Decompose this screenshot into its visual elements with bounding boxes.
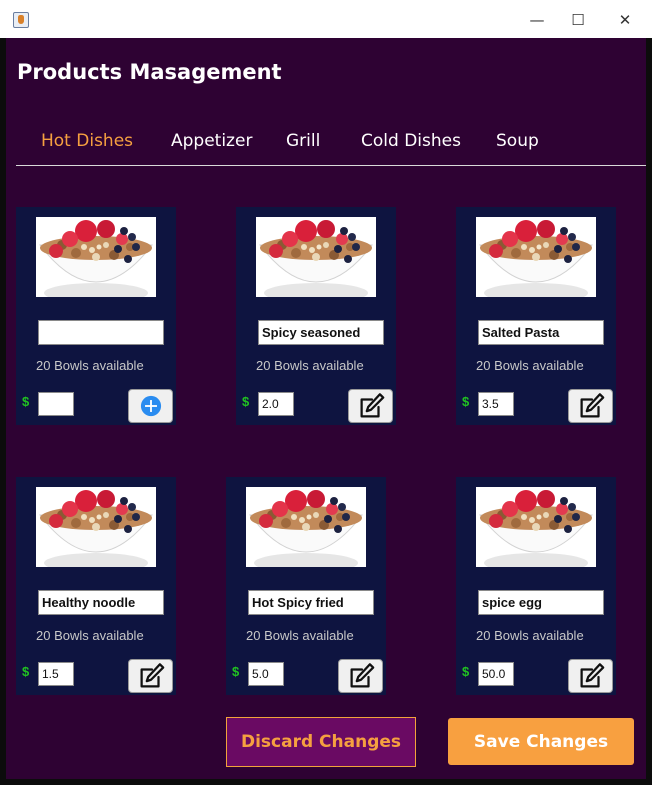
add-product-button[interactable]	[128, 389, 173, 423]
edit-product-button[interactable]	[338, 659, 383, 693]
minimize-button[interactable]: —	[514, 7, 560, 33]
currency-label: $	[232, 664, 240, 679]
currency-label: $	[22, 394, 30, 409]
close-button[interactable]: ✕	[602, 7, 648, 33]
currency-label: $	[462, 394, 470, 409]
edit-icon	[580, 393, 604, 418]
edit-icon	[350, 663, 374, 688]
currency-label: $	[242, 394, 250, 409]
tab-soup[interactable]: Soup	[496, 131, 539, 151]
maximize-button[interactable]: ☐	[555, 7, 601, 33]
product-card-spicy-seasoned: Spicy seasoned 20 Bowls available $2.0	[236, 207, 396, 425]
availability-label: 20 Bowls available	[476, 628, 584, 643]
availability-label: 20 Bowls available	[36, 358, 144, 373]
discard-changes-button[interactable]: Discard Changes	[226, 717, 416, 767]
window-frame-right	[646, 38, 652, 785]
edit-product-button[interactable]	[128, 659, 173, 693]
product-name-field[interactable]	[38, 320, 164, 345]
tab-cold-dishes[interactable]: Cold Dishes	[361, 131, 461, 151]
product-name-field[interactable]: Healthy noodle	[38, 590, 164, 615]
edit-product-button[interactable]	[348, 389, 393, 423]
product-card-salted-pasta: Salted Pasta 20 Bowls available $3.5	[456, 207, 616, 425]
save-changes-button[interactable]: Save Changes	[448, 718, 634, 765]
tab-divider	[16, 165, 646, 166]
edit-icon	[360, 393, 384, 418]
product-image	[256, 217, 376, 297]
availability-label: 20 Bowls available	[256, 358, 364, 373]
add-icon	[140, 395, 161, 417]
price-field[interactable]: 3.5	[478, 392, 514, 416]
page-title: Products Masagement	[17, 60, 282, 84]
price-field[interactable]: 50.0	[478, 662, 514, 686]
java-app-icon	[13, 12, 29, 28]
edit-product-button[interactable]	[568, 659, 613, 693]
product-image	[36, 487, 156, 567]
product-card-healthy-noodle: Healthy noodle 20 Bowls available $1.5	[16, 477, 176, 695]
title-bar: — ☐ ✕	[0, 0, 652, 38]
product-image	[246, 487, 366, 567]
edit-product-button[interactable]	[568, 389, 613, 423]
product-name-field[interactable]: Spicy seasoned	[258, 320, 384, 345]
app-window: — ☐ ✕ Products Masagement Hot Dishes App…	[0, 0, 652, 785]
product-card-hot-spicy-fried: Hot Spicy fried 20 Bowls available $5.0	[226, 477, 386, 695]
product-name-field[interactable]: spice egg	[478, 590, 604, 615]
currency-label: $	[462, 664, 470, 679]
price-field[interactable]: 2.0	[258, 392, 294, 416]
tab-hot-dishes[interactable]: Hot Dishes	[41, 131, 133, 151]
availability-label: 20 Bowls available	[476, 358, 584, 373]
tab-grill[interactable]: Grill	[286, 131, 320, 151]
price-field[interactable]	[38, 392, 74, 416]
product-name-field[interactable]: Salted Pasta	[478, 320, 604, 345]
availability-label: 20 Bowls available	[246, 628, 354, 643]
product-card-spice-egg: spice egg 20 Bowls available $50.0	[456, 477, 616, 695]
edit-icon	[140, 663, 164, 688]
product-image	[36, 217, 156, 297]
price-field[interactable]: 5.0	[248, 662, 284, 686]
window-frame-left	[0, 38, 6, 785]
availability-label: 20 Bowls available	[36, 628, 144, 643]
product-image	[476, 217, 596, 297]
product-name-field[interactable]: Hot Spicy fried	[248, 590, 374, 615]
product-image	[476, 487, 596, 567]
product-card-empty: 20 Bowls available $	[16, 207, 176, 425]
currency-label: $	[22, 664, 30, 679]
edit-icon	[580, 663, 604, 688]
price-field[interactable]: 1.5	[38, 662, 74, 686]
window-frame-bottom	[0, 779, 652, 785]
tab-appetizer[interactable]: Appetizer	[171, 131, 252, 151]
